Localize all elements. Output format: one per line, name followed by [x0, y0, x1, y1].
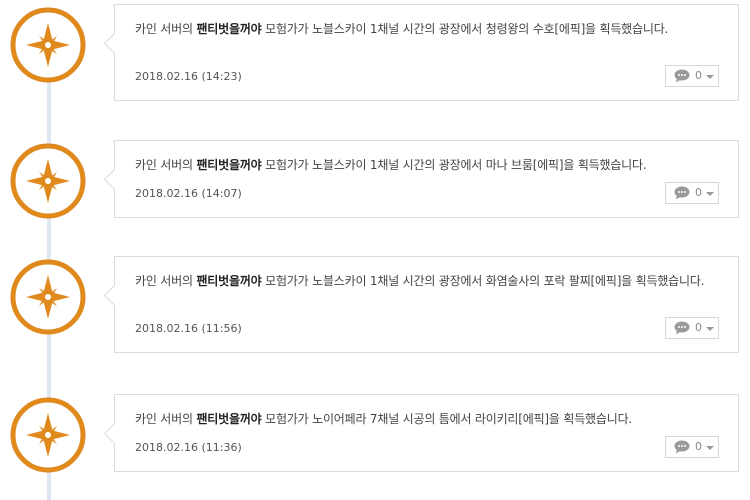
epic-star-icon	[10, 397, 86, 473]
entry-message: 카인 서버의 팬티벗을꺼야 모험가가 노이어페라 7채널 시공의 틈에서 라이키…	[135, 409, 725, 429]
message-text: 모험가가 노블스카이 1채널 시간의 광장에서 화염술사의 포락 팔찌[에픽]을…	[265, 274, 705, 288]
entry-message: 카인 서버의 팬티벗을꺼야 모험가가 노블스카이 1채널 시간의 광장에서 화염…	[135, 271, 725, 291]
comment-bubble-icon	[674, 69, 690, 83]
epic-star-icon	[10, 143, 86, 219]
entry-date: 2018.02.16 (11:56)	[135, 322, 242, 335]
entry-date: 2018.02.16 (11:36)	[135, 441, 242, 454]
comment-bubble-icon	[674, 186, 690, 200]
comment-count: 0	[695, 440, 702, 453]
message-text: 모험가가 노블스카이 1채널 시간의 광장에서 마나 브룸[에픽]을 획득했습니…	[265, 158, 647, 172]
entry-message: 카인 서버의 팬티벗을꺼야 모험가가 노블스카이 1채널 시간의 광장에서 청령…	[135, 19, 725, 39]
character-name[interactable]: 팬티벗을꺼야	[196, 412, 261, 426]
comment-button[interactable]: 0	[665, 65, 719, 87]
comment-count: 0	[695, 69, 702, 82]
message-text: 모험가가 노이어페라 7채널 시공의 틈에서 라이키리[에픽]을 획득했습니다.	[265, 412, 633, 426]
comment-button[interactable]: 0	[665, 436, 719, 458]
server-label: 카인 서버의	[135, 22, 193, 36]
entry-card: 카인 서버의 팬티벗을꺼야 모험가가 노블스카이 1채널 시간의 광장에서 화염…	[114, 256, 739, 353]
entry-message: 카인 서버의 팬티벗을꺼야 모험가가 노블스카이 1채널 시간의 광장에서 마나…	[135, 155, 725, 175]
comment-count: 0	[695, 186, 702, 199]
entry-card: 카인 서버의 팬티벗을꺼야 모험가가 노블스카이 1채널 시간의 광장에서 청령…	[114, 4, 739, 101]
epic-star-icon	[10, 259, 86, 335]
entry-card: 카인 서버의 팬티벗을꺼야 모험가가 노블스카이 1채널 시간의 광장에서 마나…	[114, 140, 739, 218]
character-name[interactable]: 팬티벗을꺼야	[196, 158, 261, 172]
chevron-down-icon	[706, 192, 714, 196]
epic-star-icon	[10, 7, 86, 83]
comment-button[interactable]: 0	[665, 182, 719, 204]
comment-bubble-icon	[674, 321, 690, 335]
entry-date: 2018.02.16 (14:23)	[135, 70, 242, 83]
character-name[interactable]: 팬티벗을꺼야	[196, 22, 261, 36]
server-label: 카인 서버의	[135, 158, 193, 172]
entry-card: 카인 서버의 팬티벗을꺼야 모험가가 노이어페라 7채널 시공의 틈에서 라이키…	[114, 394, 739, 472]
server-label: 카인 서버의	[135, 274, 193, 288]
chevron-down-icon	[706, 75, 714, 79]
server-label: 카인 서버의	[135, 412, 193, 426]
entry-date: 2018.02.16 (14:07)	[135, 187, 242, 200]
chevron-down-icon	[706, 446, 714, 450]
comment-button[interactable]: 0	[665, 317, 719, 339]
comment-count: 0	[695, 321, 702, 334]
message-text: 모험가가 노블스카이 1채널 시간의 광장에서 청령왕의 수호[에픽]을 획득했…	[265, 22, 669, 36]
comment-bubble-icon	[674, 440, 690, 454]
chevron-down-icon	[706, 327, 714, 331]
character-name[interactable]: 팬티벗을꺼야	[196, 274, 261, 288]
